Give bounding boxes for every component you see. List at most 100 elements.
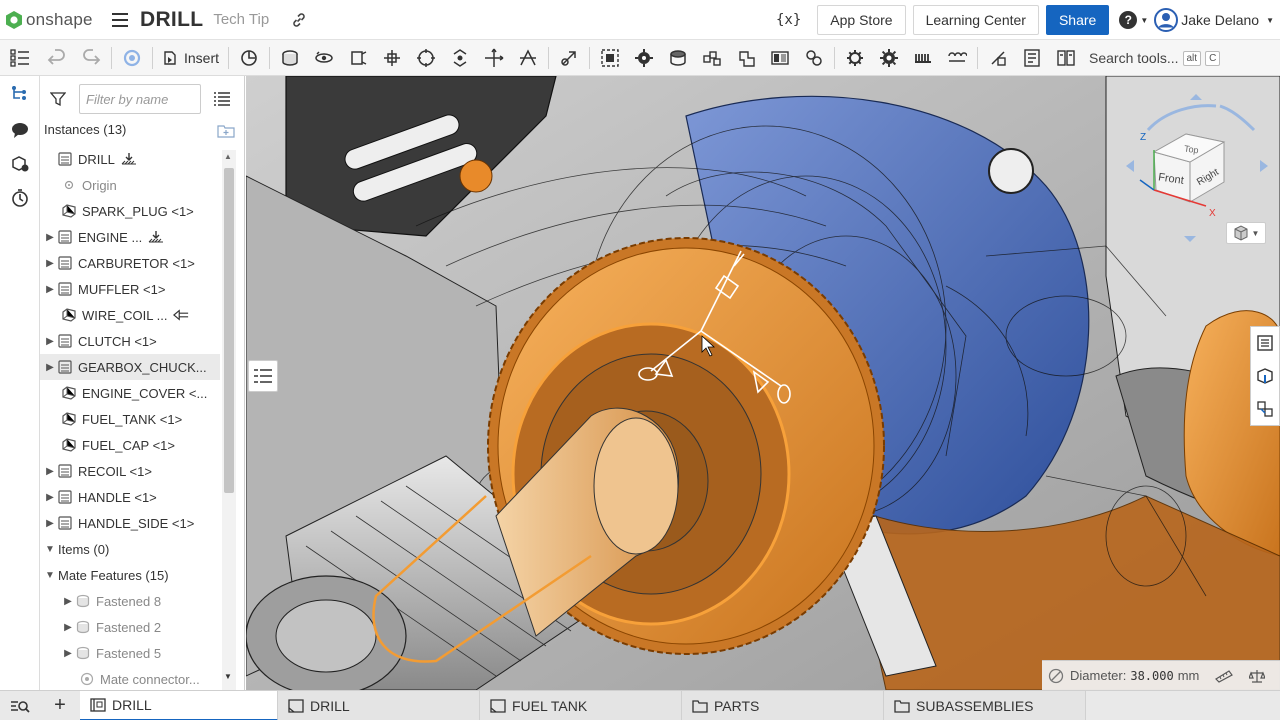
fastened-mate-icon[interactable] (273, 44, 307, 72)
configurations-icon[interactable] (10, 154, 30, 174)
tree-item[interactable]: ▶ Fastened 5 (40, 640, 220, 666)
linear-pattern-icon[interactable] (940, 44, 974, 72)
chevron-right-icon[interactable]: ▶ (60, 648, 76, 659)
chevron-down-icon[interactable]: ▼ (42, 570, 58, 581)
tree-item[interactable]: ▼ Mate Features (15) (40, 562, 220, 588)
tree-item[interactable]: ▶ HANDLE <1> (40, 484, 220, 510)
redo-icon[interactable] (74, 44, 108, 72)
ball-mate-icon[interactable] (477, 44, 511, 72)
tab-drill[interactable]: DRILL (80, 690, 278, 720)
tree-item[interactable]: ▶ CARBURETOR <1> (40, 250, 220, 276)
tree-item[interactable]: ▼ Items (0) (40, 536, 220, 562)
rack-pinion-icon[interactable] (661, 44, 695, 72)
measure-icon[interactable] (981, 44, 1015, 72)
chevron-right-icon[interactable]: ▶ (42, 258, 58, 269)
user-avatar-icon[interactable] (1154, 8, 1179, 32)
undo-icon[interactable] (40, 44, 74, 72)
appearance-icon[interactable] (1256, 367, 1274, 385)
tree-item[interactable]: Origin (40, 172, 220, 198)
group-icon[interactable] (593, 44, 627, 72)
cylindrical-mate-icon[interactable] (409, 44, 443, 72)
scroll-down-icon[interactable]: ▼ (224, 672, 232, 681)
insert-button[interactable]: Insert (156, 50, 225, 66)
tree-item[interactable]: ▶ HANDLE_SIDE <1> (40, 510, 220, 536)
tree-item[interactable]: ▶ Fastened 2 (40, 614, 220, 640)
mate-connector-icon[interactable] (552, 44, 586, 72)
document-title[interactable]: DRILL (140, 8, 203, 32)
chevron-right-icon[interactable]: ▶ (42, 284, 58, 295)
parallel-mate-icon[interactable] (511, 44, 545, 72)
add-tab-button[interactable]: + (40, 691, 80, 720)
filter-by-name-input[interactable] (79, 84, 201, 114)
download-icon[interactable] (121, 152, 137, 166)
feature-list-toggle[interactable] (0, 40, 40, 76)
tree-item[interactable]: ▶ CLUTCH <1> (40, 328, 220, 354)
gear-relation-icon[interactable] (627, 44, 661, 72)
chevron-right-icon[interactable]: ▶ (42, 232, 58, 243)
filter-icon[interactable] (50, 91, 66, 107)
tab-parts[interactable]: PARTS (682, 690, 884, 720)
graphics-viewport[interactable]: Top Front Right Z X ▼ Diameter: 38.000 m… (246, 76, 1280, 690)
chevron-down-icon[interactable]: ▼ (1140, 16, 1148, 25)
slider-mate-icon[interactable] (341, 44, 375, 72)
tree-item[interactable]: DRILL (40, 146, 220, 172)
comments-icon[interactable] (10, 120, 30, 140)
mass-properties-icon[interactable] (1249, 669, 1266, 683)
explode-icon[interactable] (763, 44, 797, 72)
measure-ruler-icon[interactable] (1215, 669, 1234, 683)
download-icon[interactable] (148, 230, 164, 244)
parts-list-icon[interactable] (1049, 44, 1083, 72)
chevron-down-icon[interactable]: ▼ (42, 544, 58, 555)
screw-relation-icon[interactable] (695, 44, 729, 72)
revolute-mate-icon[interactable] (307, 44, 341, 72)
chevron-right-icon[interactable]: ▶ (42, 466, 58, 477)
animate-icon[interactable] (797, 44, 831, 72)
chevron-right-icon[interactable]: ▶ (42, 336, 58, 347)
search-tools-input[interactable]: Search tools... alt C (1081, 44, 1225, 72)
planar-mate-icon[interactable] (375, 44, 409, 72)
tree-item[interactable]: ▶ ENGINE ... (40, 224, 220, 250)
search-history-toggle[interactable] (0, 691, 40, 720)
learning-center-button[interactable]: Learning Center (912, 5, 1039, 35)
link-icon[interactable] (291, 12, 307, 28)
chevron-right-icon[interactable]: ▶ (60, 622, 76, 633)
tree-item[interactable]: ▶ GEARBOX_CHUCK... (40, 354, 220, 380)
variables-icon[interactable]: {x} (776, 12, 801, 28)
assembly-scene[interactable] (246, 76, 1280, 690)
feature-list-collapse-tab[interactable] (248, 360, 278, 392)
user-menu-chevron-icon[interactable]: ▼ (1266, 16, 1274, 25)
properties-icon[interactable] (1256, 334, 1274, 352)
tree-item[interactable]: ▶ RECOIL <1> (40, 458, 220, 484)
chevron-right-icon[interactable]: ▶ (60, 596, 76, 607)
onshape-logo[interactable]: onshape (0, 10, 104, 30)
rack-icon[interactable] (906, 44, 940, 72)
new-folder-icon[interactable] (217, 124, 235, 138)
tab-drill[interactable]: DRILL (278, 690, 480, 720)
tree-item[interactable]: ENGINE_COVER <... (40, 380, 220, 406)
tree-item[interactable]: FUEL_CAP <1> (40, 432, 220, 458)
bom-icon[interactable] (1015, 44, 1049, 72)
app-store-button[interactable]: App Store (817, 5, 906, 35)
chevron-right-icon[interactable]: ▶ (42, 492, 58, 503)
linear-relation-icon[interactable] (729, 44, 763, 72)
gear-icon[interactable] (838, 44, 872, 72)
menu-icon[interactable] (112, 12, 128, 27)
tree-item[interactable]: Mate connector... (40, 666, 220, 692)
gear-settings-icon[interactable] (872, 44, 906, 72)
help-icon[interactable]: ? (1119, 11, 1138, 29)
tree-item[interactable]: SPARK_PLUG <1> (40, 198, 220, 224)
pin-slot-mate-icon[interactable] (443, 44, 477, 72)
history-icon[interactable] (10, 188, 30, 208)
view-mode-dropdown[interactable]: ▼ (1226, 222, 1266, 244)
tab-subassemblies[interactable]: SUBASSEMBLIES (884, 690, 1086, 720)
panel-scrollbar-thumb[interactable] (224, 168, 234, 493)
named-views-icon[interactable] (1256, 400, 1274, 418)
share-button[interactable]: Share (1045, 5, 1110, 35)
scroll-up-icon[interactable]: ▲ (224, 152, 232, 161)
user-name[interactable]: Jake Delano (1181, 12, 1259, 28)
tab-fuel-tank[interactable]: FUEL TANK (480, 690, 682, 720)
chevron-right-icon[interactable]: ▶ (42, 518, 58, 529)
view-cube-top[interactable]: Top (1183, 144, 1199, 156)
plus-node-icon[interactable] (8, 92, 28, 112)
replicate-icon[interactable] (232, 44, 266, 72)
